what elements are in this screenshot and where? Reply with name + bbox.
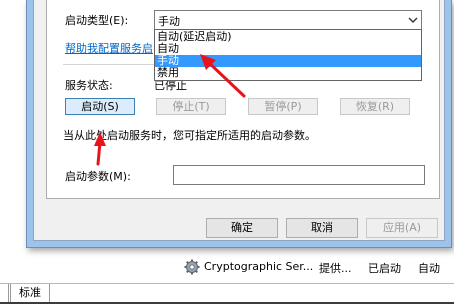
start-button[interactable]: 启动(S) xyxy=(65,98,135,115)
startup-type-dropdown: 自动(延迟启动) 自动 手动 禁用 xyxy=(154,29,422,81)
service-description: 提供... xyxy=(319,262,352,275)
service-gear-icon xyxy=(184,259,200,275)
service-name: Cryptographic Ser... xyxy=(204,260,314,273)
cancel-button[interactable]: 取消 xyxy=(286,218,358,238)
service-row-cryptographic[interactable]: Cryptographic Ser... 提供... 已启动 自动 xyxy=(182,257,454,279)
help-configure-link[interactable]: 帮助我配置服务启 xyxy=(65,40,153,56)
start-params-label: 启动参数(M): xyxy=(65,170,131,183)
chevron-down-icon[interactable] xyxy=(407,14,419,26)
apply-button[interactable]: 应用(A) xyxy=(366,218,438,238)
dropdown-option-disabled[interactable]: 禁用 xyxy=(155,67,421,79)
startup-type-combobox[interactable]: 手动 xyxy=(154,10,422,30)
service-startup-type: 自动 xyxy=(418,262,440,275)
resume-button[interactable]: 恢复(R) xyxy=(340,98,410,115)
start-params-input[interactable] xyxy=(173,165,425,185)
tab-standard[interactable]: 标准 xyxy=(10,284,50,304)
service-status-label: 服务状态: xyxy=(65,79,113,92)
start-params-hint: 当从此处启动服务时，您可指定所适用的启动参数。 xyxy=(63,129,316,142)
service-status: 已启动 xyxy=(368,262,401,275)
startup-type-value: 手动 xyxy=(158,15,180,28)
dropdown-option-manual[interactable]: 手动 xyxy=(155,55,421,67)
ok-button[interactable]: 确定 xyxy=(206,218,278,238)
pause-button[interactable]: 暂停(P) xyxy=(248,98,318,115)
stop-button[interactable]: 停止(T) xyxy=(156,98,226,115)
tab-left-edge xyxy=(0,284,9,303)
startup-type-label: 启动类型(E): xyxy=(65,14,129,27)
dropdown-option-auto-delayed[interactable]: 自动(延迟启动) xyxy=(155,31,421,43)
dropdown-option-auto[interactable]: 自动 xyxy=(155,43,421,55)
